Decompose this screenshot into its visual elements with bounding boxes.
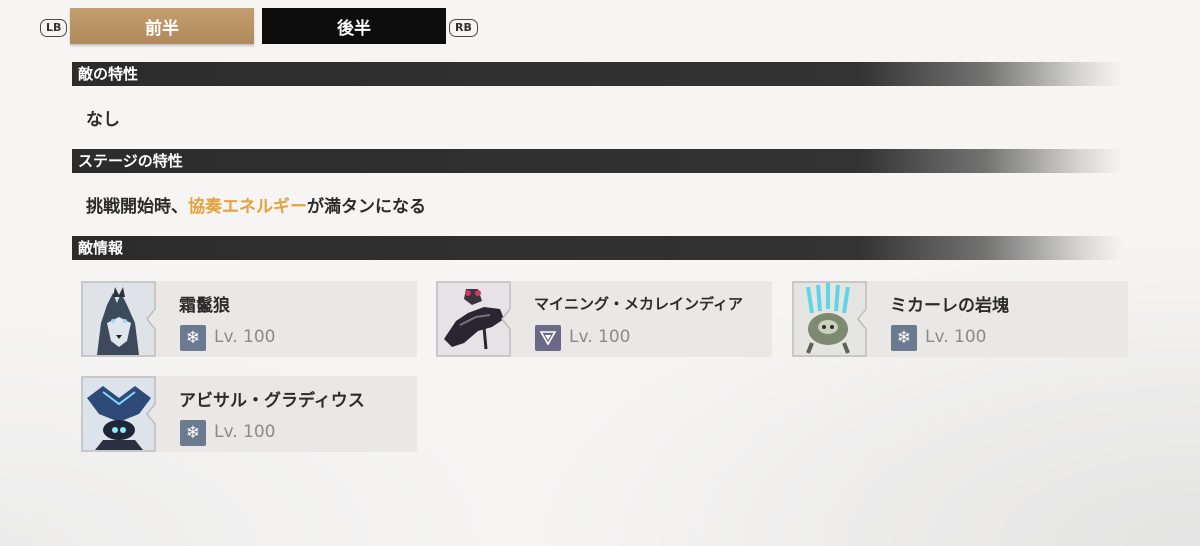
stage-traits-header: ステージの特性 [72, 149, 1122, 173]
enemy-card[interactable]: アビサル・グラディウス ❄ Lv. 100 [81, 376, 417, 452]
snowflake-icon: ❄ [180, 325, 206, 351]
enemy-level: Lv. 100 [214, 327, 276, 347]
enemy-name: マイニング・メカレインディア [534, 295, 743, 313]
havoc-icon [535, 325, 561, 351]
tab-first-half[interactable]: 前半 [70, 8, 254, 44]
enemy-card[interactable]: 霜鬣狼 ❄ Lv. 100 [81, 281, 417, 357]
enemy-info-header: 敵情報 [72, 236, 1122, 260]
snowflake-icon: ❄ [891, 325, 917, 351]
enemy-portrait-abyssal-gladius [83, 378, 155, 450]
concerto-energy-keyword[interactable]: 協奏エネルギー [188, 197, 307, 217]
stage-traits-text: 挑戦開始時、協奏エネルギーが満タンになる [86, 192, 426, 217]
enemy-portrait-frost-wolf [83, 283, 155, 355]
rb-button-hint[interactable]: RB [449, 19, 478, 37]
enemy-portrait-mining-mech-reindeer [438, 283, 510, 355]
snowflake-icon: ❄ [180, 420, 206, 446]
enemy-card[interactable]: ミカーレの岩塊 ❄ Lv. 100 [792, 281, 1128, 357]
phase-tab-bar: LB 前半 後半 RB [40, 8, 480, 46]
enemy-name: 霜鬣狼 [179, 296, 230, 316]
lb-button-hint[interactable]: LB [40, 19, 68, 37]
stage-traits-text-before: 挑戦開始時、 [86, 197, 188, 217]
enemy-portrait-mikare-rock [794, 283, 866, 355]
enemy-level: Lv. 100 [925, 327, 987, 347]
enemy-traits-text: なし [86, 110, 120, 130]
enemy-traits-header: 敵の特性 [72, 62, 1122, 86]
enemy-level: Lv. 100 [214, 422, 276, 442]
stage-traits-text-after: が満タンになる [307, 197, 426, 217]
enemy-card[interactable]: マイニング・メカレインディア Lv. 100 [436, 281, 772, 357]
enemy-name: アビサル・グラディウス [179, 391, 365, 411]
enemy-name: ミカーレの岩塊 [890, 296, 1009, 316]
tab-second-half[interactable]: 後半 [262, 8, 446, 44]
enemy-level: Lv. 100 [569, 327, 631, 347]
